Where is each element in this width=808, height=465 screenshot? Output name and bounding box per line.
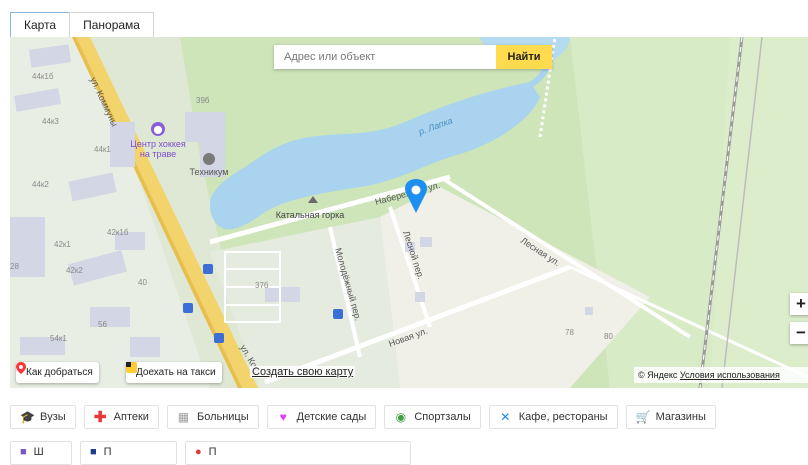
taxi-button-label: Доехать на такси (136, 367, 216, 378)
poi-label: на траве (140, 149, 176, 159)
category-label: Детские сады (296, 411, 367, 423)
category-label: Ш (33, 446, 44, 458)
house-number: 78 (565, 328, 574, 337)
address-search-input[interactable] (274, 45, 496, 69)
copyright: © Яндекс Условия использования (634, 367, 808, 383)
terms-link[interactable]: Условия использования (680, 370, 780, 380)
house-number: 44к2 (32, 180, 49, 189)
house-number: 40 (138, 278, 147, 287)
bus-stop-icon[interactable] (183, 303, 193, 313)
category-label: Спортзалы (414, 411, 471, 423)
post-icon: ■ (90, 446, 97, 458)
graduation-cap-icon: 🎓 (20, 410, 35, 424)
taxi-button[interactable]: Доехать на такси (126, 362, 222, 383)
category-label: Кафе, рестораны (518, 411, 608, 423)
poi-label: Центр хоккея (130, 139, 186, 149)
category-gyms[interactable]: ◉ Спортзалы (384, 405, 481, 429)
category-filters-row2: ■ Ш ■ П ● П (10, 441, 419, 465)
category-shops[interactable]: 🛒 Магазины (625, 405, 716, 429)
find-button[interactable]: Найти (496, 45, 552, 69)
category-hospitals[interactable]: ▦ Больницы (166, 405, 259, 429)
house-number: 44к1б (32, 72, 54, 81)
zoom-in-button[interactable]: + (790, 293, 808, 315)
map-search: Найти (274, 45, 552, 69)
category-pharmacies[interactable]: ✚ Аптеки (83, 405, 159, 429)
category-places[interactable]: ● П (185, 441, 411, 465)
house-number: 44к1 (94, 145, 111, 154)
house-number: 42к1 (54, 240, 71, 249)
map-view[interactable]: 44к1б 44к3 44к1 44к2 42к1б 42к1 42к2 28 … (10, 37, 808, 388)
bus-stop-icon[interactable] (214, 333, 224, 343)
cart-icon: 🛒 (635, 410, 651, 424)
category-cafes[interactable]: ✕ Кафе, рестораны (488, 405, 618, 429)
create-map-link[interactable]: Создать свою карту (250, 366, 356, 378)
sport-icon: ◉ (395, 410, 407, 424)
category-post[interactable]: ■ П (80, 441, 177, 465)
hospital-icon: ▦ (177, 410, 190, 424)
category-filters: 🎓 Вузы ✚ Аптеки ▦ Больницы ♥ Детские сады ◉ С… (10, 405, 724, 429)
bus-stop-icon[interactable] (203, 264, 213, 274)
bus-stop-icon[interactable] (333, 309, 343, 319)
house-number: 80 (604, 332, 613, 341)
category-kindergartens[interactable]: ♥ Детские сады (266, 405, 377, 429)
category-label: П (103, 446, 112, 458)
zoom-out-button[interactable]: − (790, 322, 808, 344)
copyright-brand: © Яндекс (638, 370, 678, 380)
house-number: 37б (255, 281, 269, 290)
house-number: 42к2 (66, 266, 83, 275)
poi-label: Техникум (190, 167, 229, 177)
category-universities[interactable]: 🎓 Вузы (10, 405, 76, 429)
category-label: Больницы (196, 411, 249, 423)
house-number: 44к3 (42, 117, 59, 126)
view-tabs: Карта Панорама (10, 12, 154, 38)
college-icon[interactable] (203, 153, 215, 165)
route-button[interactable]: Как добраться (16, 362, 99, 383)
category-label: П (208, 446, 217, 458)
house-number: 56 (98, 320, 107, 329)
house-number: 28 (10, 262, 19, 271)
house-number: 42к1б (107, 228, 129, 237)
cutlery-icon: ✕ (500, 410, 511, 424)
svg-text:⬤: ⬤ (154, 125, 163, 134)
school-icon: ■ (20, 446, 27, 458)
stroller-icon: ♥ (279, 410, 287, 424)
house-number: 54к1 (50, 334, 67, 343)
house-number: 39б (196, 96, 210, 105)
poi-label: Катальная горка (276, 210, 345, 220)
route-button-label: Как добраться (26, 367, 93, 378)
place-icon: ● (195, 446, 202, 458)
tab-map[interactable]: Карта (10, 12, 71, 38)
tab-panorama[interactable]: Панорама (69, 12, 154, 38)
category-schools[interactable]: ■ Ш (10, 441, 72, 465)
map-canvas[interactable]: 44к1б 44к3 44к1 44к2 42к1б 42к1 42к2 28 … (10, 37, 808, 388)
category-label: Вузы (40, 411, 66, 423)
pharmacy-cross-icon: ✚ (93, 409, 107, 426)
category-label: Аптеки (113, 411, 149, 423)
category-label: Магазины (655, 411, 706, 423)
